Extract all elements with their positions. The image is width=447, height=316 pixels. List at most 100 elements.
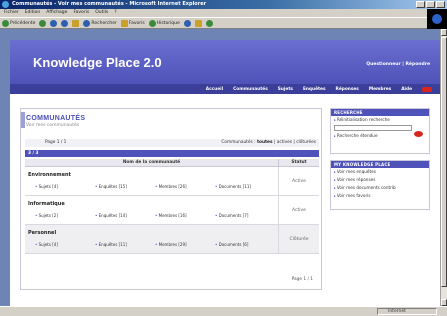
col-name-header: Nom de la communauté bbox=[25, 159, 279, 166]
table-row: Personnel Sujets [4] Enquêtes [11] Membr… bbox=[25, 225, 319, 254]
browser-window: Communautés - Voir mes communautés - Mic… bbox=[0, 0, 447, 316]
nav-help[interactable]: Aide bbox=[401, 87, 412, 92]
scroll-down-button[interactable] bbox=[441, 299, 447, 306]
user-links[interactable]: Questionneur | Répondre bbox=[366, 62, 430, 67]
community-name[interactable]: Informatique bbox=[28, 201, 65, 207]
back-button[interactable]: Précédente bbox=[2, 18, 35, 29]
home-icon[interactable] bbox=[72, 19, 80, 27]
scroll-thumb[interactable] bbox=[441, 37, 447, 287]
communities-table: Nom de la communauté Statut Environnemen… bbox=[25, 159, 319, 254]
surveys-link[interactable]: Enquêtes [11] bbox=[95, 242, 155, 247]
search-box: RECHERCHE Réinitialisation recherche Rec… bbox=[330, 108, 430, 154]
favorites-icon bbox=[120, 19, 128, 27]
subjects-link[interactable]: Sujets [4] bbox=[35, 242, 95, 247]
maximize-button[interactable] bbox=[426, 1, 435, 8]
favorites-button[interactable]: Favoris bbox=[120, 18, 145, 29]
my-kp-box: MY KNOWLEDGE PLACE Voir mes enquêtes Voi… bbox=[330, 160, 430, 210]
subjects-link[interactable]: Sujets [2] bbox=[35, 213, 95, 218]
filter-label: Communautés : bbox=[221, 140, 256, 145]
site-title: Knowledge Place 2.0 bbox=[33, 55, 162, 70]
menu-edit[interactable]: Edition bbox=[25, 9, 41, 17]
documents-link[interactable]: Documents [7] bbox=[215, 213, 275, 218]
nav-surveys[interactable]: Enquêtes bbox=[303, 87, 326, 92]
members-link[interactable]: Membres [26] bbox=[155, 184, 215, 189]
history-icon bbox=[148, 19, 156, 27]
scroll-up-button[interactable] bbox=[441, 29, 447, 36]
filter-other-links[interactable]: | actives | clôturées bbox=[274, 140, 316, 145]
community-status: Clôturée bbox=[289, 237, 309, 242]
site-nav: Accueil Communautés Sujets Enquêtes Répo… bbox=[10, 84, 440, 94]
community-links: Sujets [4] Enquêtes [15] Membres [26] Do… bbox=[35, 184, 275, 189]
minimize-button[interactable] bbox=[416, 1, 425, 8]
menu-tools[interactable]: Outils bbox=[95, 9, 108, 17]
reset-search-link[interactable]: Réinitialisation recherche bbox=[331, 116, 429, 124]
search-box-title: RECHERCHE bbox=[331, 109, 429, 116]
forward-arrow-icon[interactable] bbox=[39, 19, 47, 27]
logout-icon[interactable] bbox=[422, 86, 432, 92]
community-links: Sujets [4] Enquêtes [11] Membres [29] Do… bbox=[35, 242, 275, 247]
documents-link[interactable]: Documents [11] bbox=[215, 184, 275, 189]
col-status-header: Statut bbox=[291, 160, 307, 165]
ie-icon bbox=[2, 1, 9, 8]
pager-top: Page 1 / 1 bbox=[45, 140, 67, 145]
edit-icon[interactable] bbox=[205, 19, 213, 27]
status-filter: Communautés : toutes | actives | clôturé… bbox=[221, 139, 316, 147]
status-bar: Internet bbox=[0, 306, 447, 316]
members-link[interactable]: Membres [16] bbox=[155, 213, 215, 218]
nav-communities[interactable]: Communautés bbox=[233, 87, 268, 92]
page-title: COMMUNAUTÉS bbox=[26, 115, 86, 122]
nav-subjects[interactable]: Sujets bbox=[278, 87, 293, 92]
table-row: Environnement Sujets [4] Enquêtes [15] M… bbox=[25, 167, 319, 196]
search-label: Rechercher bbox=[91, 20, 117, 26]
print-icon[interactable] bbox=[194, 19, 202, 27]
history-button[interactable]: Historique bbox=[148, 18, 180, 29]
search-input[interactable] bbox=[334, 125, 412, 131]
community-status: Active bbox=[292, 208, 306, 213]
menu-help[interactable]: ? bbox=[114, 9, 116, 17]
documents-link[interactable]: Documents [6] bbox=[215, 242, 275, 247]
communities-panel: COMMUNAUTÉS Voir mes communautés Page 1 … bbox=[20, 108, 322, 290]
site-header: Knowledge Place 2.0 Questionneur | Répon… bbox=[10, 40, 440, 84]
filter-all-link[interactable]: toutes bbox=[257, 140, 273, 145]
members-link[interactable]: Membres [29] bbox=[155, 242, 215, 247]
refresh-icon[interactable] bbox=[61, 19, 69, 27]
mail-icon[interactable] bbox=[183, 19, 191, 27]
table-header: Nom de la communauté Statut bbox=[25, 159, 319, 167]
community-name[interactable]: Environnement bbox=[28, 172, 71, 178]
my-favorites-link[interactable]: Voir mes favoris bbox=[331, 192, 429, 200]
favorites-label: Favoris bbox=[128, 20, 145, 26]
security-zone: Internet bbox=[377, 308, 437, 315]
back-arrow-icon bbox=[2, 19, 9, 27]
my-documents-link[interactable]: Voir mes documents contrib bbox=[331, 184, 429, 192]
nav-members[interactable]: Membres bbox=[369, 87, 391, 92]
menu-file[interactable]: Fichier bbox=[4, 9, 19, 17]
history-label: Historique bbox=[156, 20, 180, 26]
subjects-link[interactable]: Sujets [4] bbox=[35, 184, 95, 189]
result-count: 3 / 3 bbox=[25, 150, 319, 157]
window-controls bbox=[416, 1, 445, 8]
window-title: Communautés - Voir mes communautés - Mic… bbox=[12, 1, 207, 7]
my-surveys-link[interactable]: Voir mes enquêtes bbox=[331, 168, 429, 176]
menu-favorites[interactable]: Favoris bbox=[73, 9, 89, 17]
pager-row: Page 1 / 1 Communautés : toutes | active… bbox=[25, 139, 319, 147]
menu-view[interactable]: Affichage bbox=[46, 9, 67, 17]
vertical-scrollbar[interactable] bbox=[440, 29, 447, 306]
toolbar: Précédente Rechercher Favoris Historique… bbox=[0, 17, 447, 29]
community-status: Active bbox=[292, 179, 306, 184]
surveys-link[interactable]: Enquêtes [15] bbox=[95, 184, 155, 189]
table-row: Informatique Sujets [2] Enquêtes [14] Me… bbox=[25, 196, 319, 225]
search-button[interactable]: Rechercher bbox=[83, 18, 117, 29]
nav-answers[interactable]: Réponses bbox=[336, 87, 359, 92]
search-go-button[interactable] bbox=[414, 131, 423, 137]
my-kp-title: MY KNOWLEDGE PLACE bbox=[331, 161, 429, 168]
surveys-link[interactable]: Enquêtes [14] bbox=[95, 213, 155, 218]
ie-throbber-icon bbox=[427, 9, 447, 29]
community-name[interactable]: Personnel bbox=[28, 230, 56, 236]
nav-home[interactable]: Accueil bbox=[206, 87, 223, 92]
close-button[interactable] bbox=[436, 1, 445, 8]
page-subtitle: Voir mes communautés bbox=[26, 123, 80, 128]
search-icon bbox=[83, 19, 91, 27]
back-label: Précédente bbox=[10, 20, 36, 26]
stop-icon[interactable] bbox=[50, 19, 58, 27]
my-answers-link[interactable]: Voir mes réponses bbox=[331, 176, 429, 184]
